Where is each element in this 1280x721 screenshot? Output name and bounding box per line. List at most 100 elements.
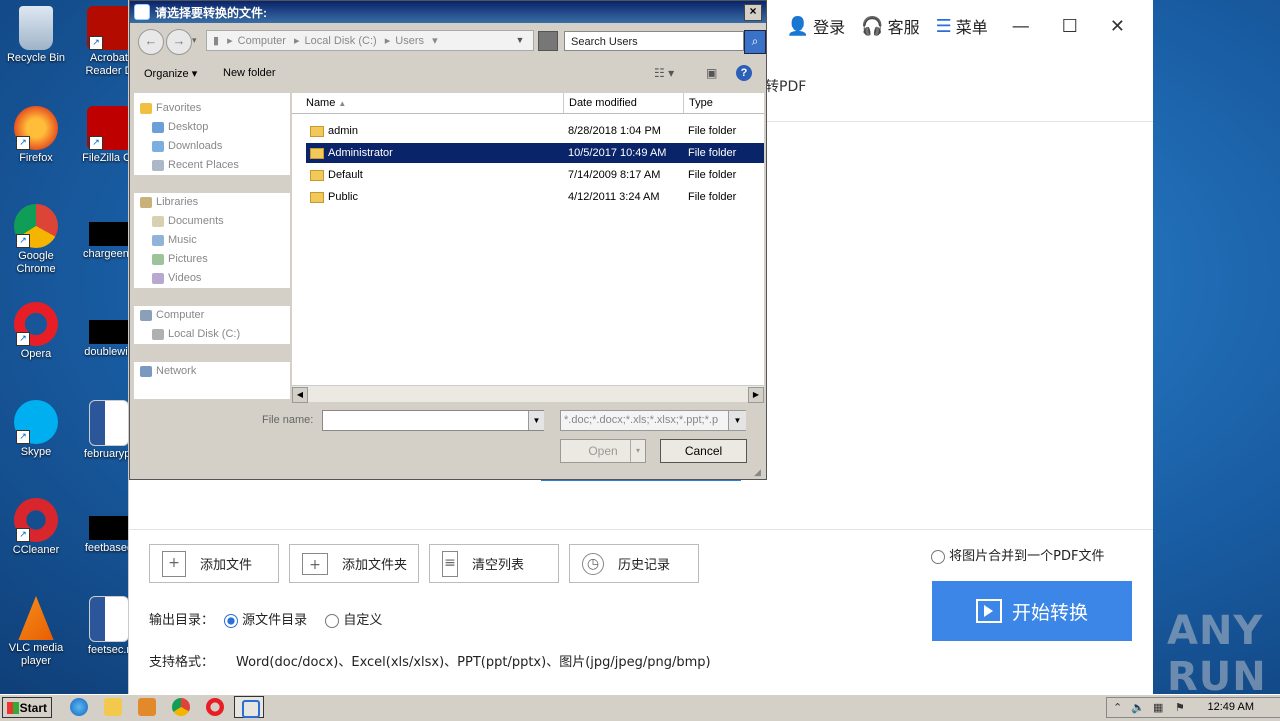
login-button[interactable]: 👤 登录 xyxy=(787,14,845,38)
recent-locations-dropdown[interactable]: ▾ xyxy=(192,35,197,46)
chrome-shortcut[interactable]: ↗ Google Chrome xyxy=(1,204,71,276)
new-folder-button[interactable]: New folder xyxy=(223,67,276,79)
merge-images-radio[interactable] xyxy=(931,549,945,564)
taskbar-pdf-converter[interactable] xyxy=(234,696,264,718)
file-type: File folder xyxy=(688,147,737,159)
output-source-option[interactable]: 源文件目录 xyxy=(224,609,307,628)
open-button[interactable]: Open ▾ xyxy=(560,439,646,463)
cancel-button[interactable]: Cancel xyxy=(660,439,747,463)
nav-favorites[interactable]: Favorites xyxy=(134,99,290,118)
desktop-icon-label: Recycle Bin xyxy=(6,52,66,64)
file-explorer-icon[interactable] xyxy=(104,698,122,716)
show-hidden-icons[interactable]: ⌃ xyxy=(1113,701,1122,714)
file-type-dropdown[interactable]: ▼ xyxy=(728,411,746,430)
file-type-filter[interactable]: *.doc;*.docx;*.xls;*.xlsx;*.ppt;*.p xyxy=(560,410,746,431)
search-icon[interactable]: ⌕ xyxy=(744,30,766,54)
history-button[interactable]: ◷ 历史记录 xyxy=(569,544,699,583)
add-folder-button[interactable]: + 添加文件夹 xyxy=(289,544,419,583)
organize-button[interactable]: Organize ▾ xyxy=(144,67,197,80)
start-conversion-button[interactable]: 开始转换 xyxy=(932,581,1132,641)
file-name-dropdown[interactable]: ▼ xyxy=(528,411,544,430)
file-row-selected[interactable]: Administrator 10/5/2017 10:49 AM File fo… xyxy=(306,143,764,163)
vlc-shortcut[interactable]: VLC media player xyxy=(1,596,71,668)
scroll-right-icon[interactable]: ▶ xyxy=(748,387,764,403)
scroll-left-icon[interactable]: ◀ xyxy=(292,387,308,403)
file-row[interactable]: Default 7/14/2009 8:17 AM File folder xyxy=(306,165,764,185)
desktop-icon-label: CCleaner xyxy=(12,544,60,556)
output-source-radio[interactable] xyxy=(224,613,239,628)
open-label: Open xyxy=(588,444,618,458)
resize-grip-icon[interactable]: ◢ xyxy=(754,467,764,477)
network-icon[interactable]: ▦ xyxy=(1153,701,1163,714)
clock[interactable]: 12:49 AM xyxy=(1208,701,1254,713)
address-bar[interactable]: ▮ ▸ Computer ▸ Local Disk (C:) ▸ Users ▾ xyxy=(206,30,534,51)
minimize-button[interactable]: — xyxy=(1004,16,1038,37)
preview-pane-icon[interactable]: ▣ xyxy=(706,66,717,80)
add-file-button[interactable]: + 添加文件 xyxy=(149,544,279,583)
nav-videos[interactable]: Videos xyxy=(134,269,290,288)
nav-downloads[interactable]: Downloads xyxy=(134,137,290,156)
nav-music[interactable]: Music xyxy=(134,231,290,250)
internet-explorer-icon[interactable] xyxy=(70,698,88,716)
media-player-icon[interactable] xyxy=(138,698,156,716)
opera-shortcut[interactable]: ↗ Opera xyxy=(1,302,71,361)
nav-libraries[interactable]: Libraries xyxy=(134,193,290,212)
app-actions: 👤 登录 🎧 客服 ☰ 菜单 — ☐ ✕ xyxy=(787,14,1133,38)
file-row[interactable]: admin 8/28/2018 1:04 PM File folder xyxy=(306,121,764,141)
nav-label: Documents xyxy=(168,215,224,227)
nav-recent-places[interactable]: Recent Places xyxy=(134,156,290,175)
nav-network[interactable]: Network xyxy=(134,362,290,381)
start-button[interactable]: Start xyxy=(2,697,52,718)
address-dropdown[interactable]: ▼ xyxy=(510,30,530,51)
nav-documents[interactable]: Documents xyxy=(134,212,290,231)
chrome-icon: ↗ xyxy=(14,204,58,248)
login-label: 登录 xyxy=(813,18,846,37)
view-options-icon[interactable]: ☷ ▾ xyxy=(654,66,674,80)
forward-button[interactable]: → xyxy=(166,29,192,55)
opera-icon: ↗ xyxy=(14,302,58,346)
breadcrumb-users[interactable]: Users xyxy=(395,35,424,47)
recycle-bin-shortcut[interactable]: Recycle Bin xyxy=(1,6,71,65)
dialog-close-button[interactable]: × xyxy=(744,4,762,21)
nav-local-disk[interactable]: Local Disk (C:) xyxy=(134,325,290,344)
customer-service-button[interactable]: 🎧 客服 xyxy=(861,14,919,38)
chrome-icon[interactable] xyxy=(172,698,190,716)
search-input[interactable]: Search Users xyxy=(564,31,744,51)
ccleaner-shortcut[interactable]: ↗ CCleaner xyxy=(1,498,71,557)
output-custom-option[interactable]: 自定义 xyxy=(325,609,382,628)
nav-pictures[interactable]: Pictures xyxy=(134,250,290,269)
menu-button[interactable]: ☰ 菜单 xyxy=(936,14,988,38)
column-date-modified[interactable]: Date modified xyxy=(564,93,684,113)
history-label: 历史记录 xyxy=(618,558,671,573)
refresh-button[interactable] xyxy=(538,31,558,51)
skype-shortcut[interactable]: ↗ Skype xyxy=(1,400,71,459)
clear-list-button[interactable]: ≡ 清空列表 xyxy=(429,544,559,583)
help-icon[interactable]: ? xyxy=(736,65,752,81)
start-label: 开始转换 xyxy=(1011,601,1088,624)
navigation-pane: Favorites Desktop Downloads Recent Place… xyxy=(134,93,290,399)
column-type[interactable]: Type xyxy=(684,93,764,113)
merge-images-option[interactable]: 将图片合并到一个PDF文件 xyxy=(931,545,1104,564)
maximize-button[interactable]: ☐ xyxy=(1054,16,1086,37)
app-icon xyxy=(134,4,150,20)
open-dropdown-icon[interactable]: ▾ xyxy=(630,440,645,462)
dialog-titlebar: 请选择要转换的文件: xyxy=(130,1,766,23)
file-row[interactable]: Public 4/12/2011 3:24 AM File folder xyxy=(306,187,764,207)
breadcrumb-computer[interactable]: Computer xyxy=(238,35,286,47)
output-dir-label: 输出目录： xyxy=(149,613,215,628)
back-button[interactable]: ← xyxy=(138,29,164,55)
column-name[interactable]: Name ▲ xyxy=(292,93,564,113)
nav-computer[interactable]: Computer xyxy=(134,306,290,325)
volume-icon[interactable]: 🔈 xyxy=(1131,701,1145,714)
firefox-shortcut[interactable]: ↗ Firefox xyxy=(1,106,71,165)
close-button[interactable]: ✕ xyxy=(1102,16,1133,37)
nav-desktop[interactable]: Desktop xyxy=(134,118,290,137)
horizontal-scrollbar[interactable]: ◀ ▶ xyxy=(292,385,764,403)
file-name-input[interactable] xyxy=(322,410,544,431)
output-custom-radio[interactable] xyxy=(325,613,340,628)
opera-icon[interactable] xyxy=(206,698,224,716)
action-center-flag-icon[interactable]: ⚑ xyxy=(1175,701,1185,714)
user-icon: 👤 xyxy=(786,15,810,37)
anyrun-watermark: ANY RUN xyxy=(1167,608,1267,700)
breadcrumb-local-disk[interactable]: Local Disk (C:) xyxy=(305,35,377,47)
